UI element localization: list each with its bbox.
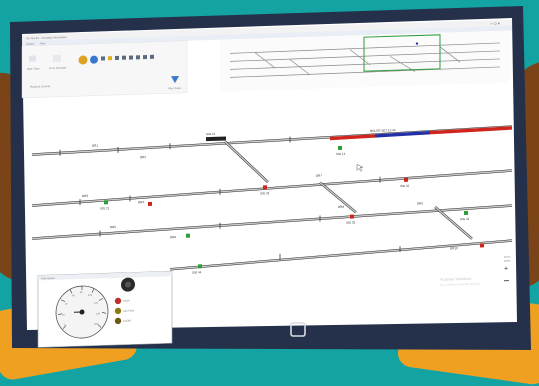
svg-text:SIG 41: SIG 41 [460, 217, 470, 221]
svg-text:CAUTION: CAUTION [123, 309, 134, 312]
svg-text:SIG 12: SIG 12 [206, 132, 216, 136]
zoom-label: Zoom [504, 256, 510, 259]
zoom-in-button[interactable]: + [504, 266, 508, 273]
schedule-icon[interactable] [53, 55, 61, 62]
svg-text:SIG 35: SIG 35 [346, 220, 356, 224]
start-stop-icon[interactable] [29, 55, 36, 61]
zoom-value: 100% [504, 260, 511, 263]
signal[interactable] [186, 234, 190, 238]
route-label: DR6 [170, 235, 176, 239]
route-label: DR2 [140, 155, 146, 159]
filter-label: Filter Trains [168, 87, 182, 90]
svg-text:SIG 31: SIG 31 [400, 184, 410, 188]
signal[interactable]: SIG 23 [260, 185, 270, 195]
svg-text:SIG 21: SIG 21 [100, 206, 110, 210]
svg-text:100: 100 [88, 294, 93, 297]
svg-text:160: 160 [94, 323, 99, 326]
route-label: DR4 [138, 200, 144, 204]
signal[interactable] [480, 243, 484, 247]
signal[interactable]: SIG 41 [460, 211, 470, 221]
route-label: DR8 [338, 205, 344, 209]
occupied-route[interactable] [330, 128, 512, 139]
watermark-subtitle: Go to Settings to activate Windows. [440, 282, 481, 287]
speed-panel: Train Speed 0 20 40 60 80 100 120 140 16… [38, 271, 172, 347]
route-label: DR1 [92, 144, 98, 148]
route-label: DR9 [417, 201, 423, 205]
ribbon-group-start: Start / Stop [27, 67, 40, 70]
route-label: DR7 [316, 173, 322, 177]
svg-text:SIG 14: SIG 14 [336, 152, 346, 156]
mouse-cursor-icon [357, 164, 363, 171]
signal[interactable]: SIG 12 [206, 132, 226, 142]
speed-panel-title: Train Speed [41, 277, 55, 280]
svg-text:140: 140 [96, 312, 101, 315]
menu-view[interactable]: View [40, 42, 46, 45]
app-window: RCI Monitor - Simulation Workstation — ▢… [20, 2, 520, 318]
svg-text:120: 120 [94, 302, 99, 305]
route-label: DR3 [82, 194, 88, 198]
ribbon-group-schedule: Go to Schedule [49, 67, 67, 71]
route-label: DR5 [110, 225, 116, 229]
svg-text:SIG 44: SIG 44 [192, 270, 202, 274]
route-label: DR10 [450, 246, 458, 250]
track-diagram [32, 127, 512, 274]
svg-text:SIG 23: SIG 23 [260, 191, 270, 195]
signal[interactable]: SIG 14 [336, 146, 346, 156]
signal[interactable] [148, 202, 152, 206]
svg-text:CLEAR: CLEAR [123, 319, 132, 322]
occupied-route-label: ROUTE SET 12-44 [370, 128, 396, 133]
ribbon [22, 41, 187, 98]
window-controls[interactable]: — ▢ ✕ [490, 21, 500, 25]
svg-text:STOP: STOP [123, 300, 130, 303]
ribbon-group-playback: Playback Controls [30, 85, 51, 89]
watermark-title: Activate Windows [440, 276, 472, 282]
menu-control[interactable]: Control [26, 43, 35, 46]
